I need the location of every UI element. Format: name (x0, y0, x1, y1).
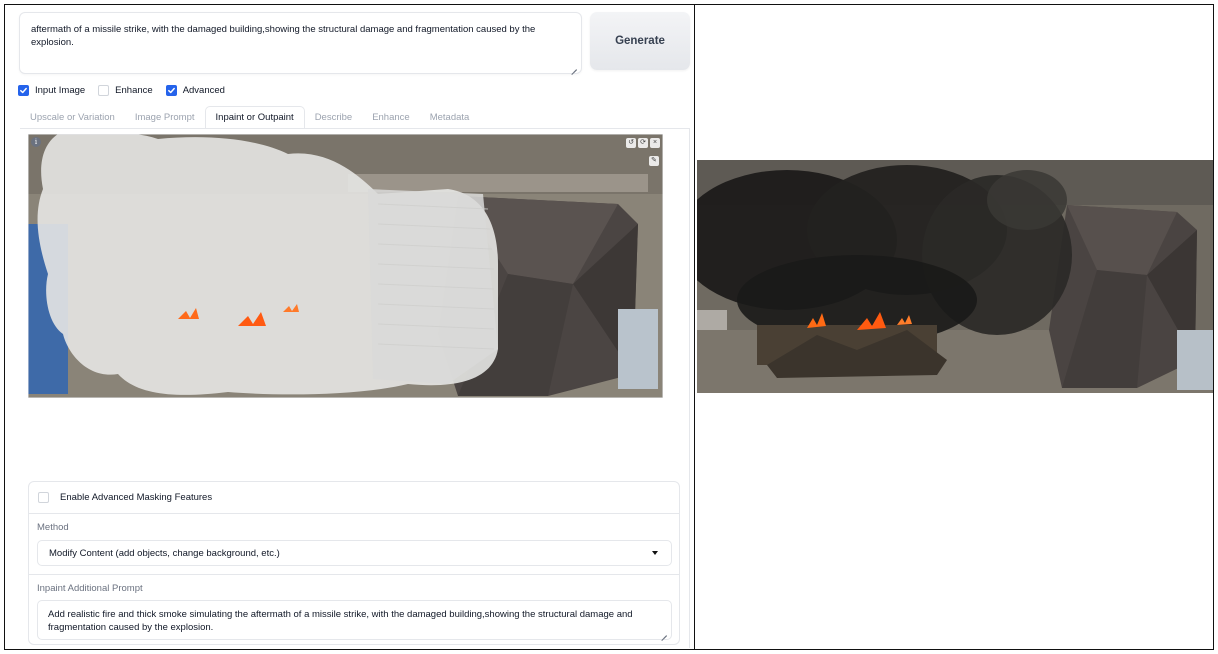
checkbox-unchecked-icon[interactable] (98, 84, 110, 96)
tab-underline (20, 128, 690, 129)
tab-inpaint-or-outpaint[interactable]: Inpaint or Outpaint (204, 106, 305, 128)
tab-describe[interactable]: Describe (305, 106, 363, 128)
tab-image-prompt[interactable]: Image Prompt (125, 106, 205, 128)
input-image-label: Input Image (35, 84, 86, 96)
enable-advanced-masking-label: Enable Advanced Masking Features (60, 492, 213, 503)
method-label: Method (37, 522, 69, 533)
info-icon[interactable]: i (31, 137, 41, 147)
inpaint-additional-prompt-text[interactable]: Add realistic fire and thick smoke simul… (48, 608, 648, 634)
chevron-down-icon[interactable] (652, 551, 658, 555)
tab-metadata[interactable]: Metadata (420, 106, 480, 128)
checkbox-checked-icon[interactable] (165, 84, 177, 96)
undo-icon[interactable]: ↺ (626, 138, 636, 148)
advanced-label: Advanced (182, 84, 225, 96)
tab-enhance[interactable]: Enhance (362, 106, 420, 128)
options-row: Input Image Enhance Advanced (18, 82, 238, 98)
pane-divider (694, 4, 695, 650)
enhance-label: Enhance (115, 84, 153, 96)
checkbox-unchecked-icon[interactable] (38, 492, 49, 503)
canvas-toolbar: ↺ ⟳ × (624, 138, 660, 148)
tab-bar: Upscale or Variation Image Prompt Inpain… (20, 106, 479, 128)
enable-advanced-masking-checkbox[interactable]: Enable Advanced Masking Features (38, 492, 212, 503)
inpaint-additional-prompt-label: Inpaint Additional Prompt (37, 583, 143, 594)
generate-button[interactable]: Generate (590, 12, 690, 70)
resize-grip-icon[interactable] (660, 629, 667, 636)
checkbox-checked-icon[interactable] (18, 84, 29, 96)
section-divider (29, 513, 679, 514)
method-select[interactable]: Modify Content (add objects, change back… (37, 540, 672, 566)
resize-grip-icon[interactable] (570, 63, 577, 70)
masking-panel: Enable Advanced Masking Features Method … (28, 481, 680, 645)
method-select-value: Modify Content (add objects, change back… (49, 547, 280, 559)
input-image-checkbox[interactable]: Input Image (18, 84, 86, 96)
prompt-text[interactable]: aftermath of a missile strike, with the … (31, 23, 571, 49)
enhance-checkbox[interactable]: Enhance (98, 84, 153, 96)
inpaint-canvas[interactable]: i ↺ ⟳ × ✎ (28, 134, 663, 398)
tab-upscale-or-variation[interactable]: Upscale or Variation (20, 106, 125, 128)
prompt-textarea[interactable]: aftermath of a missile strike, with the … (19, 12, 582, 74)
left-pane: aftermath of a missile strike, with the … (4, 4, 694, 650)
result-image-graphic (697, 160, 1213, 393)
section-divider (29, 574, 679, 575)
panel-border (689, 128, 690, 648)
inpaint-additional-prompt-textarea[interactable]: Add realistic fire and thick smoke simul… (37, 600, 672, 640)
result-image (697, 160, 1213, 393)
close-icon[interactable]: × (650, 138, 660, 148)
advanced-checkbox[interactable]: Advanced (165, 84, 225, 96)
brush-icon[interactable]: ✎ (649, 156, 659, 166)
reset-icon[interactable]: ⟳ (638, 138, 648, 148)
canvas-image[interactable] (28, 134, 663, 398)
